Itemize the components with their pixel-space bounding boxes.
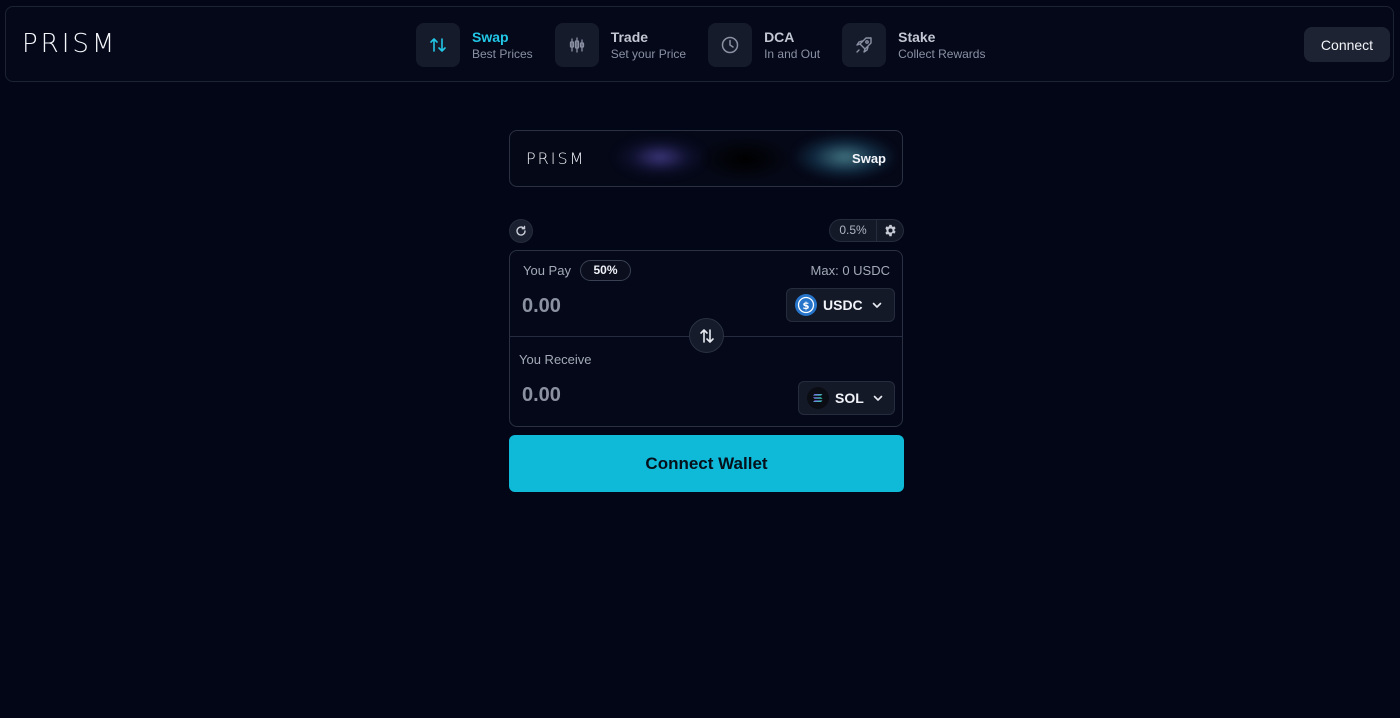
refresh-button[interactable] (509, 219, 533, 243)
you-receive-label: You Receive (519, 352, 592, 367)
you-pay-label: You Pay (523, 263, 571, 278)
usdc-token-icon: $ (795, 294, 817, 316)
slippage-value[interactable]: 0.5% (830, 220, 877, 241)
swap-form: You Pay 50% Max: 0 USDC $ USDC You Rece (509, 250, 903, 427)
top-navbar: PRISM Swap Best Prices Trade Set your Pr… (5, 6, 1394, 82)
nav-item-trade[interactable]: Trade Set your Price (554, 23, 687, 67)
receive-token-select[interactable]: SOL (798, 381, 895, 415)
nav-item-dca[interactable]: DCA In and Out (708, 23, 820, 67)
nav-item-swap[interactable]: Swap Best Prices (416, 23, 533, 67)
flip-tokens-button[interactable] (689, 318, 724, 353)
main-nav: Swap Best Prices Trade Set your Price DC… (416, 23, 1007, 67)
receive-amount-input[interactable] (522, 380, 722, 410)
nav-stake-title: Stake (898, 29, 936, 45)
swap-direction-icon (699, 328, 714, 343)
nav-swap-title: Swap (472, 29, 509, 45)
pay-token-name: USDC (823, 297, 863, 313)
slippage-control: 0.5% (829, 219, 904, 242)
sol-token-icon (807, 387, 829, 409)
chevron-down-icon (873, 395, 883, 401)
connect-button[interactable]: Connect (1304, 27, 1390, 62)
gear-icon (884, 224, 896, 237)
nav-dca-subtitle: In and Out (764, 47, 821, 61)
banner-glow-purple (615, 137, 705, 177)
candlestick-icon (554, 23, 599, 67)
nav-item-stake[interactable]: Stake Collect Rewards (842, 23, 985, 67)
nav-dca-title: DCA (764, 29, 795, 45)
clock-icon (708, 23, 753, 67)
receive-token-name: SOL (835, 390, 864, 406)
nav-trade-subtitle: Set your Price (610, 47, 687, 61)
svg-text:$: $ (803, 301, 810, 312)
percent-50-button[interactable]: 50% (580, 260, 631, 281)
rocket-icon (842, 23, 887, 67)
app-root: PRISM Swap Best Prices Trade Set your Pr… (0, 0, 1400, 718)
max-balance[interactable]: Max: 0 USDC (811, 263, 890, 278)
swap-banner: PRISM Swap (509, 130, 903, 187)
refresh-icon (516, 225, 526, 236)
banner-glow-dark (700, 137, 790, 181)
connect-wallet-button[interactable]: Connect Wallet (509, 435, 904, 492)
nav-swap-subtitle: Best Prices (472, 47, 533, 61)
banner-title: Swap (852, 151, 886, 166)
settings-button[interactable] (877, 224, 903, 237)
banner-logo: PRISM (526, 149, 586, 168)
pay-amount-input[interactable] (522, 291, 722, 321)
pay-token-select[interactable]: $ USDC (786, 288, 895, 322)
nav-trade-title: Trade (610, 29, 649, 45)
prism-logo[interactable]: PRISM (22, 29, 117, 59)
chevron-down-icon (872, 302, 881, 308)
nav-stake-subtitle: Collect Rewards (898, 47, 986, 61)
swap-arrows-icon (416, 23, 460, 67)
